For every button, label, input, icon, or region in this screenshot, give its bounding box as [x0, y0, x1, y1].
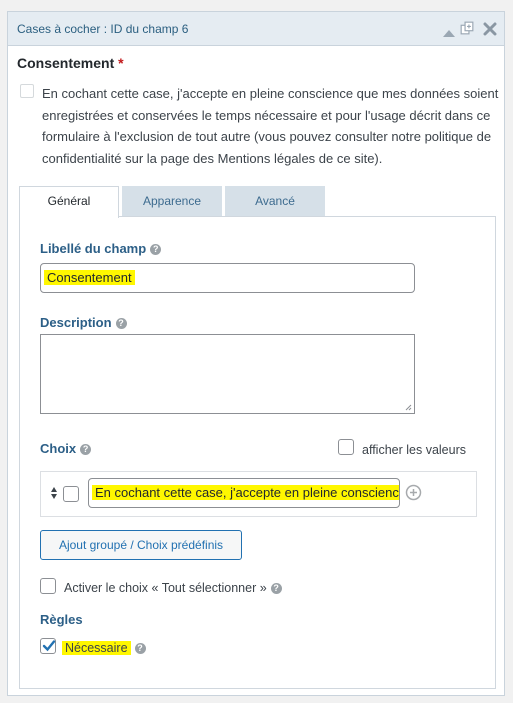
tab-advanced-label: Avancé: [255, 194, 295, 208]
help-icon[interactable]: ?: [270, 583, 282, 594]
help-icon[interactable]: ?: [134, 643, 146, 654]
field-settings-panel: Cases à cocher : ID du champ 6 Consentem…: [7, 11, 505, 696]
help-icon[interactable]: ?: [150, 244, 162, 255]
help-icon[interactable]: ?: [80, 444, 92, 455]
checkmark-icon: [42, 640, 56, 652]
duplicate-icon[interactable]: [460, 20, 474, 36]
show-values-checkbox[interactable]: [338, 439, 354, 455]
panel-header: Cases à cocher : ID du champ 6: [8, 12, 504, 46]
tab-general-label: Général: [47, 194, 91, 208]
rules-title: Règles: [40, 612, 83, 627]
close-icon[interactable]: [483, 21, 497, 37]
collapse-up-icon[interactable]: [442, 25, 456, 41]
tab-appearance-label: Apparence: [142, 194, 202, 208]
general-tab-panel: Libellé du champ? Consentement Descripti…: [19, 216, 496, 689]
consent-preview-checkbox[interactable]: [20, 84, 34, 98]
field-label-title-text: Libellé du champ: [40, 241, 147, 256]
required-label-wrap: Nécessaire?: [62, 641, 146, 655]
help-icon[interactable]: ?: [115, 318, 127, 329]
choice-input[interactable]: En cochant cette case, j'accepte en plei…: [88, 478, 400, 508]
choice-input-value: En cochant cette case, j'accepte en plei…: [92, 485, 399, 500]
field-label-input[interactable]: Consentement: [40, 263, 415, 293]
select-all-label: Activer le choix « Tout sélectionner »?: [64, 581, 282, 595]
choice-row: En cochant cette case, j'accepte en plei…: [40, 471, 477, 517]
panel-title: Cases à cocher : ID du champ 6: [17, 22, 189, 36]
field-label-title: Libellé du champ?: [40, 241, 162, 256]
tab-general[interactable]: Général: [19, 186, 119, 218]
resize-handle-icon[interactable]: [405, 404, 412, 411]
add-choice-icon[interactable]: [405, 484, 422, 501]
choices-title: Choix?: [40, 441, 92, 456]
settings-tabs: Général Apparence Avancé: [19, 186, 496, 218]
select-all-label-text: Activer le choix « Tout sélectionner »: [64, 581, 267, 595]
field-preview-label: Consentement: [17, 55, 115, 71]
choices-title-text: Choix: [40, 441, 77, 456]
tab-appearance[interactable]: Apparence: [122, 186, 222, 217]
show-values-label: afficher les valeurs: [362, 443, 466, 457]
description-title: Description?: [40, 315, 127, 330]
required-label: Nécessaire: [62, 641, 131, 655]
field-preview-title: Consentement *: [17, 55, 124, 71]
sort-handle-icon[interactable]: [50, 486, 58, 500]
description-title-text: Description: [40, 315, 112, 330]
required-marker: *: [118, 55, 124, 71]
bulk-add-button[interactable]: Ajout groupé / Choix prédéfinis: [40, 530, 242, 560]
field-label-input-value: Consentement: [44, 270, 135, 285]
choice-default-checkbox[interactable]: [63, 486, 79, 502]
description-textarea[interactable]: [40, 334, 415, 414]
select-all-checkbox[interactable]: [40, 578, 56, 594]
required-checkbox[interactable]: [40, 638, 56, 654]
consent-preview-text: En cochant cette case, j'accepte en plei…: [42, 86, 499, 166]
tab-advanced[interactable]: Avancé: [225, 186, 325, 217]
